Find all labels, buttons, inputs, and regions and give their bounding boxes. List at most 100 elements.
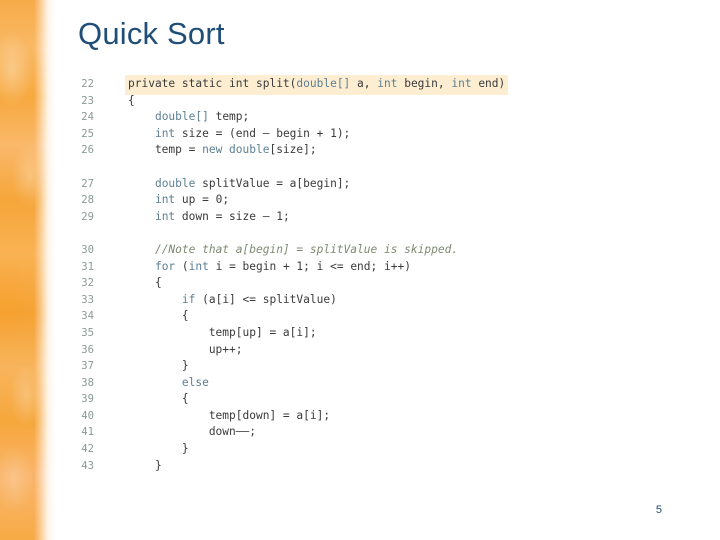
code-line: 35 temp[up] = a[i];: [68, 325, 588, 342]
decorative-band-texture: [0, 0, 56, 540]
code-token: end): [471, 77, 506, 90]
code-token: {: [128, 276, 162, 290]
slide-number: 5: [655, 504, 662, 516]
code-line: 42 }: [68, 441, 588, 458]
decorative-left-band: [0, 0, 56, 540]
code-token: double: [154, 176, 196, 190]
code-token: temp[down] = a[i];: [128, 408, 331, 422]
code-line: 29 int down = size – 1;: [68, 209, 588, 226]
code-token: up++;: [128, 342, 243, 356]
code-line-number: 23: [81, 94, 94, 107]
code-line: 27 double splitValue = a[begin];: [68, 176, 588, 193]
code-line-number: 36: [81, 343, 94, 356]
code-line-source: temp = new double[size];: [128, 142, 317, 159]
code-token: size = (end – begin + 1);: [175, 126, 351, 140]
code-line-source: int up = 0;: [128, 192, 229, 209]
code-line-source: }: [128, 458, 162, 475]
code-token: int: [154, 126, 176, 140]
code-token: }: [128, 458, 162, 472]
code-token: i = begin + 1; i <= end; i++): [208, 259, 411, 273]
code-line-number: 37: [81, 360, 94, 373]
code-token: double[]: [154, 110, 209, 124]
code-line-source: {: [128, 275, 162, 292]
code-line-number: 32: [81, 277, 94, 290]
code-line: 23 {: [68, 93, 588, 110]
code-token: else: [181, 375, 209, 389]
code-token: for: [154, 259, 176, 273]
code-line: 39 {: [68, 391, 588, 408]
code-line-number: 33: [81, 293, 94, 306]
code-line-number: 38: [81, 376, 94, 389]
code-line-source: }: [128, 441, 189, 458]
code-token: up = 0;: [175, 193, 230, 207]
code-line-number: 28: [81, 194, 94, 207]
code-token: int: [377, 77, 398, 90]
code-line: 25 int size = (end – begin + 1);: [68, 126, 588, 143]
code-line: 26 temp = new double[size];: [68, 142, 588, 159]
code-line: 40 temp[down] = a[i];: [68, 408, 588, 425]
code-token: }: [128, 442, 189, 456]
code-line-number: 35: [81, 326, 94, 339]
code-line-source: else: [128, 375, 209, 392]
code-token: splitValue = a[begin];: [195, 176, 351, 190]
code-line-number: 39: [81, 393, 94, 406]
code-token: int: [154, 209, 176, 223]
code-line: 28 int up = 0;: [68, 192, 588, 209]
code-line-source: {: [128, 308, 189, 325]
code-token: //Note that a[begin] = splitValue is ski…: [154, 242, 459, 256]
code-line: 41 down––;: [68, 424, 588, 441]
code-line-source: temp[down] = a[i];: [128, 408, 330, 425]
code-line: 43 }: [68, 458, 588, 475]
code-token: if: [181, 292, 196, 306]
code-token: int: [154, 193, 176, 207]
code-line: 34 {: [68, 308, 588, 325]
code-token: private static int: [128, 77, 256, 90]
code-line: 24 double[] temp;: [68, 109, 588, 126]
code-token: temp;: [208, 110, 250, 124]
code-line-source: if (a[i] <= splitValue): [128, 292, 337, 309]
code-line: 36 up++;: [68, 342, 588, 359]
code-line-number: 41: [81, 426, 94, 439]
code-token: temp[up] = a[i];: [128, 325, 317, 339]
code-line: 37 }: [68, 358, 588, 375]
code-line-source: //Note that a[begin] = splitValue is ski…: [128, 242, 458, 259]
code-token: }: [128, 359, 189, 373]
code-line-number: 26: [81, 144, 94, 157]
code-token: double[]: [296, 77, 351, 90]
code-token: {: [128, 93, 135, 107]
slide: Quick Sort 22 private static int split(do…: [0, 0, 720, 540]
code-token: down = size – 1;: [175, 209, 290, 223]
code-line-source: up++;: [128, 342, 243, 359]
code-line: 33 if (a[i] <= splitValue): [68, 292, 588, 309]
code-line-source: {: [128, 93, 135, 110]
code-token: {: [128, 309, 189, 323]
code-line-source: double[] temp;: [128, 109, 249, 126]
code-line-number: 34: [81, 310, 94, 323]
code-token: split(: [255, 77, 297, 90]
code-token: new double: [202, 143, 270, 157]
code-token: temp =: [128, 143, 203, 157]
code-line-number: 40: [81, 409, 94, 422]
code-line-number: 22: [81, 78, 94, 90]
code-token: a,: [350, 77, 378, 90]
code-token: (a[i] <= splitValue): [195, 292, 337, 306]
code-line: 38 else: [68, 375, 588, 392]
code-line-number: 29: [81, 210, 94, 223]
code-line-source: down––;: [128, 424, 256, 441]
code-line-source: {: [128, 391, 189, 408]
code-line-number: 42: [81, 443, 94, 456]
code-line-number: 43: [81, 459, 94, 472]
code-token: (: [175, 259, 189, 273]
code-token: [size];: [269, 143, 317, 157]
code-line-number: 30: [81, 243, 94, 256]
code-line-source: temp[up] = a[i];: [128, 325, 317, 342]
